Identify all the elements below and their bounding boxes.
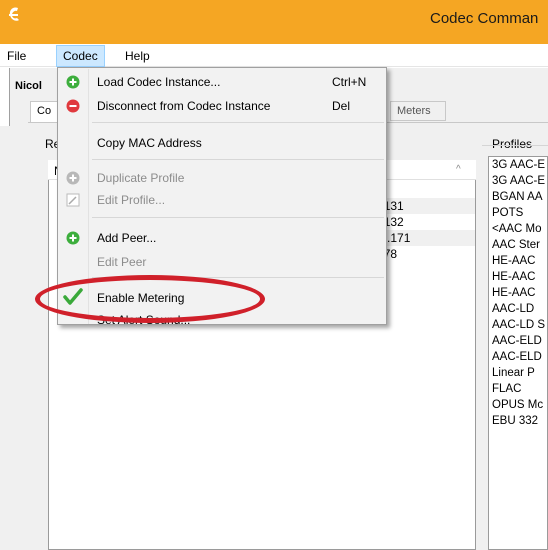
menu-item-shortcut: Ctrl+N bbox=[332, 75, 367, 89]
menu-item-add-peer[interactable]: Add Peer... bbox=[59, 227, 386, 249]
profile-item[interactable]: AAC-LD S bbox=[489, 317, 547, 333]
menu-codec[interactable]: Codec bbox=[56, 45, 105, 67]
profile-item[interactable]: <AAC Mo bbox=[489, 221, 547, 237]
profile-item[interactable]: 3G AAC-E bbox=[489, 173, 547, 189]
menu-item-copy-mac-address[interactable]: Copy MAC Address bbox=[59, 132, 386, 154]
menu-file[interactable]: File bbox=[1, 46, 32, 66]
menu-item-load-codec-instance[interactable]: Load Codec Instance... Ctrl+N bbox=[59, 71, 386, 93]
profile-item[interactable]: AAC-ELD bbox=[489, 333, 547, 349]
profile-item[interactable]: AAC-LD bbox=[489, 301, 547, 317]
menu-item-label: Copy MAC Address bbox=[97, 136, 202, 150]
profile-item[interactable]: FLAC bbox=[489, 381, 547, 397]
tab-meters[interactable]: Meters bbox=[390, 101, 446, 121]
menu-separator bbox=[92, 122, 384, 123]
profile-item[interactable]: OPUS Mc bbox=[489, 397, 547, 413]
profile-item[interactable]: 3G AAC-E bbox=[489, 157, 547, 173]
gray-plus-icon bbox=[66, 171, 80, 185]
menu-separator bbox=[92, 159, 384, 160]
user-label: Nicol bbox=[15, 80, 42, 92]
menu-item-label: Edit Peer bbox=[97, 255, 147, 269]
title-bar: Codec Comman bbox=[0, 0, 548, 44]
highlight-ellipse bbox=[35, 275, 265, 323]
menu-item-duplicate-profile[interactable]: Duplicate Profile bbox=[59, 167, 386, 189]
sort-caret-icon: ^ bbox=[456, 164, 461, 175]
menu-help[interactable]: Help bbox=[119, 46, 156, 66]
profiles-list[interactable]: 3G AAC-E 3G AAC-E BGAN AA POTS <AAC Mo A… bbox=[488, 156, 548, 550]
menu-item-edit-peer[interactable]: Edit Peer bbox=[59, 251, 386, 273]
app-logo-icon bbox=[7, 6, 21, 24]
profiles-group-label: Profiles bbox=[492, 137, 533, 151]
profile-item[interactable]: HE-AAC bbox=[489, 285, 547, 301]
menu-separator bbox=[92, 217, 384, 218]
tab-co[interactable]: Co bbox=[30, 101, 59, 123]
menu-item-label: Duplicate Profile bbox=[97, 171, 185, 185]
green-plus-icon bbox=[66, 231, 80, 245]
green-plus-icon bbox=[66, 75, 80, 89]
menu-item-label: Add Peer... bbox=[97, 231, 157, 245]
profile-item[interactable]: EBU 332 bbox=[489, 413, 547, 429]
tab-co-label: Co bbox=[37, 105, 52, 117]
profile-item[interactable]: Linear P bbox=[489, 365, 547, 381]
menu-item-label: Disconnect from Codec Instance bbox=[97, 99, 271, 113]
menu-item-disconnect[interactable]: Disconnect from Codec Instance Del bbox=[59, 95, 386, 117]
edit-pencil-icon bbox=[66, 193, 80, 207]
profile-item[interactable]: HE-AAC bbox=[489, 269, 547, 285]
profile-item[interactable]: AAC-ELD bbox=[489, 349, 547, 365]
left-panel-edge bbox=[0, 68, 10, 126]
menu-item-shortcut: Del bbox=[332, 99, 351, 113]
menu-item-label: Load Codec Instance... bbox=[97, 75, 221, 89]
menu-item-edit-profile[interactable]: Edit Profile... bbox=[59, 189, 386, 211]
tab-meters-label: Meters bbox=[397, 105, 431, 117]
profile-item[interactable]: HE-AAC bbox=[489, 253, 547, 269]
menu-item-label: Edit Profile... bbox=[97, 193, 166, 207]
window-title: Codec Comman bbox=[430, 10, 539, 27]
profile-item[interactable]: BGAN AA bbox=[489, 189, 547, 205]
menu-bar: File Codec Help bbox=[0, 44, 548, 67]
profiles-group-border bbox=[482, 145, 548, 146]
profile-item[interactable]: AAC Ster bbox=[489, 237, 547, 253]
profile-item[interactable]: POTS bbox=[489, 205, 547, 221]
red-minus-icon bbox=[66, 99, 80, 113]
